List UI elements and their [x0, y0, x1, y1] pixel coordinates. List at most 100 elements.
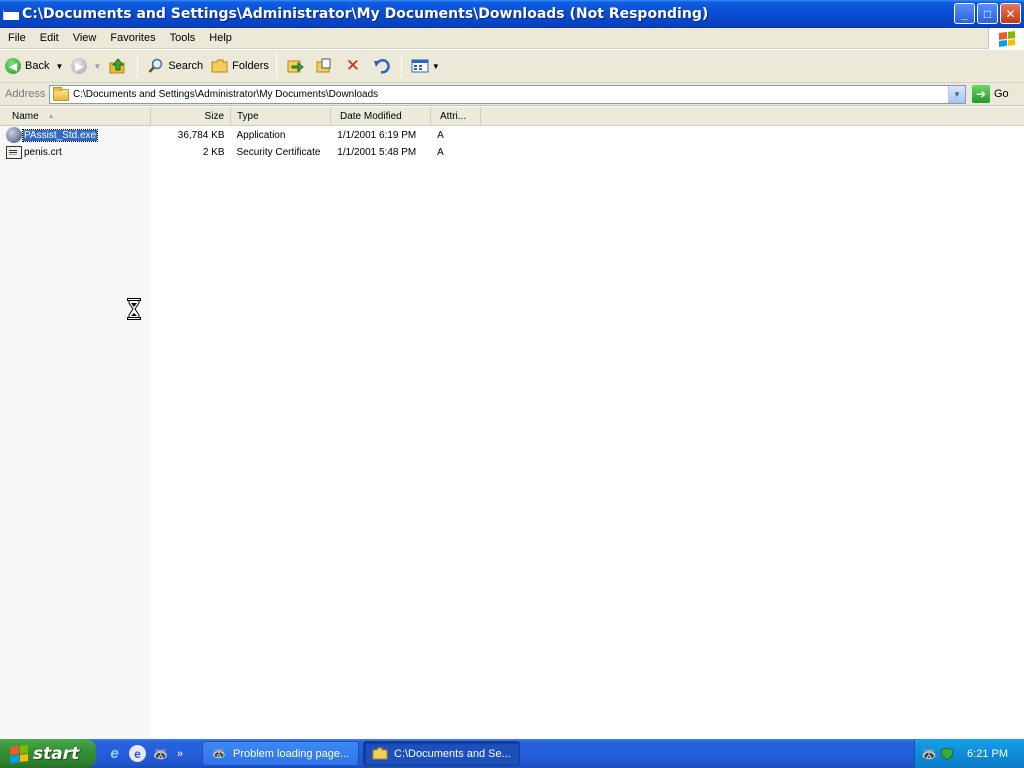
file-name[interactable]: penis.crt: [24, 147, 62, 158]
windows-logo-icon: [988, 28, 1024, 49]
back-button[interactable]: ◀ Back ▼: [2, 53, 66, 79]
toolbar: ◀ Back ▼ ▶ ▼ Search Folders ✕ ▼: [0, 50, 1024, 83]
window-controls: _ □ ✕: [954, 3, 1021, 24]
browser-icon[interactable]: e: [129, 745, 146, 762]
column-header-name[interactable]: Name ▲: [0, 107, 151, 126]
menu-help[interactable]: Help: [203, 32, 238, 44]
back-label: Back: [25, 60, 50, 72]
undo-button[interactable]: [370, 53, 397, 79]
file-type: Security Certificate: [236, 146, 321, 158]
sorted-column-highlight: [0, 126, 151, 739]
toolbar-separator: [137, 54, 139, 78]
toolbar-separator: [400, 54, 402, 78]
folder-icon: [372, 747, 388, 761]
menu-favorites[interactable]: Favorites: [104, 32, 161, 44]
go-arrow-icon: ➔: [972, 85, 990, 103]
taskbar: start e e 🦝 » 🦝 Problem loading page... …: [0, 739, 1024, 768]
task-label: Problem loading page...: [233, 747, 350, 760]
maximize-button[interactable]: □: [977, 3, 998, 24]
start-label: start: [33, 743, 80, 764]
menu-bar: File Edit View Favorites Tools Help: [0, 28, 1024, 49]
address-dropdown-icon[interactable]: ▼: [948, 86, 965, 103]
forward-icon: ▶: [71, 58, 88, 74]
menu-file[interactable]: File: [2, 32, 32, 44]
network-tray-icon[interactable]: 🦝: [921, 746, 937, 762]
taskbar-button-explorer[interactable]: C:\Documents and Se...: [363, 741, 520, 766]
raccoon-app-icon[interactable]: 🦝: [152, 745, 169, 762]
minimize-button[interactable]: _: [954, 3, 975, 24]
windows-flag-icon: [10, 744, 28, 763]
search-button[interactable]: Search: [144, 53, 206, 79]
up-button[interactable]: [106, 53, 133, 79]
menu-tools[interactable]: Tools: [164, 32, 202, 44]
file-list[interactable]: Name ▲ Size Type Date Modified Attri... …: [0, 107, 1024, 739]
back-icon: ◀: [5, 58, 21, 74]
file-date-modified: 1/1/2001 5:48 PM: [337, 146, 417, 158]
start-button[interactable]: start: [0, 739, 96, 768]
column-header-date-modified[interactable]: Date Modified: [331, 107, 431, 126]
file-name-cell[interactable]: PAssist_Std.exe: [0, 127, 151, 143]
folders-icon: [211, 57, 229, 75]
title-bar[interactable]: C:\Documents and Settings\Administrator\…: [0, 0, 1024, 28]
delete-icon: ✕: [345, 56, 360, 75]
certificate-icon: [6, 145, 22, 159]
undo-icon: [373, 57, 391, 75]
file-name[interactable]: PAssist_Std.exe: [21, 128, 99, 142]
internet-explorer-icon[interactable]: e: [106, 745, 123, 762]
up-folder-icon: [109, 57, 127, 75]
toolbar-separator: [275, 54, 277, 78]
file-name-cell[interactable]: penis.crt: [0, 145, 151, 159]
quick-launch-more-icon[interactable]: »: [177, 748, 183, 760]
window-icon[interactable]: [3, 8, 19, 20]
views-button[interactable]: ▼: [408, 53, 443, 79]
column-name-label: Name: [12, 111, 39, 122]
forward-dropdown-icon[interactable]: ▼: [93, 62, 101, 71]
file-attributes: A: [437, 146, 444, 158]
file-size: 36,784 KB: [177, 129, 225, 141]
folder-icon: [53, 86, 69, 101]
copy-to-icon: [315, 57, 333, 75]
column-header-attributes[interactable]: Attri...: [431, 107, 481, 126]
menu-edit[interactable]: Edit: [34, 32, 65, 44]
views-dropdown-icon: ▼: [431, 61, 440, 71]
close-button[interactable]: ✕: [1000, 3, 1021, 24]
address-label: Address: [5, 88, 46, 100]
file-row[interactable]: penis.crt 2 KB Security Certificate 1/1/…: [0, 144, 480, 160]
column-header-type[interactable]: Type: [231, 107, 331, 126]
go-button[interactable]: ➔ Go: [972, 85, 1009, 103]
forward-button[interactable]: ▶ ▼: [68, 53, 104, 79]
task-label: C:\Documents and Se...: [394, 747, 511, 760]
search-label: Search: [168, 60, 204, 72]
menu-view[interactable]: View: [67, 32, 103, 44]
exe-icon: [6, 127, 22, 143]
file-row[interactable]: PAssist_Std.exe 36,784 KB Application 1/…: [0, 127, 480, 143]
views-icon: [411, 57, 429, 75]
raccoon-app-icon: 🦝: [212, 748, 226, 760]
address-value[interactable]: C:\Documents and Settings\Administrator\…: [73, 89, 378, 100]
file-size: 2 KB: [202, 146, 225, 158]
move-to-button[interactable]: [283, 53, 310, 79]
back-dropdown-icon[interactable]: ▼: [55, 62, 63, 71]
sort-ascending-icon: ▲: [47, 113, 55, 120]
search-icon: [147, 57, 165, 75]
go-label: Go: [994, 88, 1009, 100]
file-type: Application: [236, 129, 286, 141]
shield-tray-icon[interactable]: [939, 746, 955, 762]
clock[interactable]: 6:21 PM: [967, 748, 1008, 760]
system-tray: 🦝 6:21 PM: [914, 739, 1024, 768]
copy-to-button[interactable]: [312, 53, 339, 79]
file-date-modified: 1/1/2001 6:19 PM: [337, 129, 417, 141]
column-header-size[interactable]: Size: [151, 107, 231, 126]
move-to-icon: [286, 57, 304, 75]
window-title: C:\Documents and Settings\Administrator\…: [22, 6, 709, 22]
folders-button[interactable]: Folders: [208, 53, 272, 79]
delete-button[interactable]: ✕: [341, 53, 368, 79]
address-input[interactable]: C:\Documents and Settings\Administrator\…: [49, 85, 966, 104]
file-attributes: A: [437, 129, 444, 141]
list-header: Name ▲ Size Type Date Modified Attri...: [0, 107, 1024, 126]
quick-launch: e e 🦝 »: [106, 745, 183, 762]
taskbar-button-browser[interactable]: 🦝 Problem loading page...: [202, 741, 359, 766]
hourglass-cursor-icon: [127, 298, 141, 320]
address-bar: Address C:\Documents and Settings\Admini…: [0, 83, 1024, 106]
folders-label: Folders: [232, 60, 269, 72]
